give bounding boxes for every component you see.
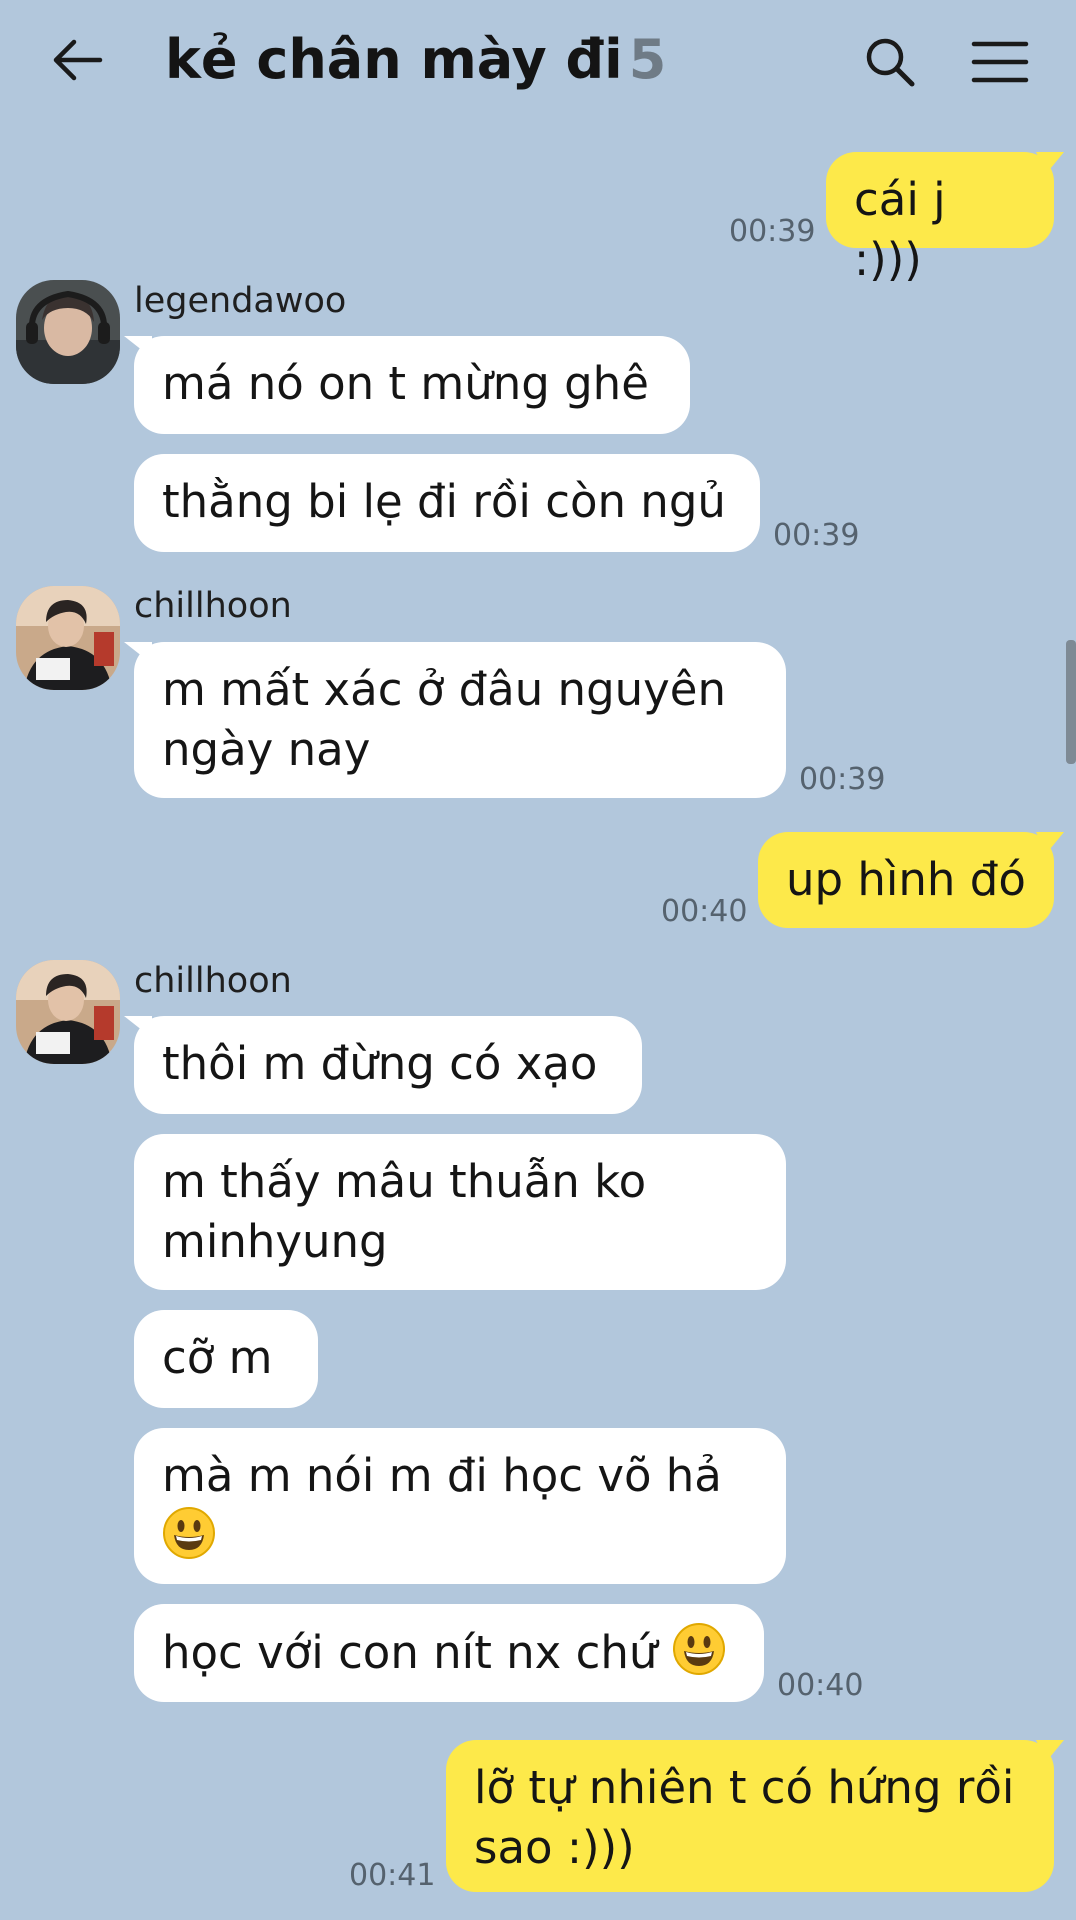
outgoing-message[interactable]: up hình đó bbox=[758, 832, 1054, 928]
bubble-tail bbox=[1036, 152, 1064, 174]
avatar-photo bbox=[16, 586, 120, 690]
avatar-photo bbox=[16, 280, 120, 384]
outgoing-message[interactable]: cái j :))) bbox=[826, 152, 1054, 286]
bubble-tail bbox=[1036, 832, 1064, 854]
message-text: học với con nít nx chứ bbox=[162, 1626, 658, 1679]
outgoing-message[interactable]: lỡ tự nhiên t có hứng rồi sao :))) bbox=[446, 1740, 1054, 1892]
incoming-message[interactable]: m thấy mâu thuẫn ko minhyung bbox=[134, 1134, 786, 1290]
chat-title-text: kẻ chân mày đi bbox=[165, 28, 623, 91]
chat-screen: kẻ chân mày đi 5 00:39 cái j :))) legenda… bbox=[0, 0, 1076, 1920]
scrollbar[interactable] bbox=[1066, 640, 1076, 764]
hamburger-menu-icon[interactable] bbox=[970, 38, 1030, 86]
grinning-face-emoji bbox=[163, 1507, 215, 1559]
message-time: 00:40 bbox=[777, 1668, 864, 1703]
incoming-message[interactable]: cỡ m bbox=[134, 1310, 318, 1408]
member-count: 5 bbox=[628, 28, 667, 91]
sender-name: legendawoo bbox=[134, 281, 347, 321]
arrow-left-icon[interactable] bbox=[48, 30, 108, 90]
search-icon[interactable] bbox=[862, 34, 918, 90]
message-time: 00:39 bbox=[729, 214, 816, 249]
incoming-message[interactable]: má nó on t mừng ghê bbox=[134, 336, 690, 434]
message-time: 00:41 bbox=[349, 1858, 436, 1893]
message-time: 00:40 bbox=[661, 894, 748, 929]
incoming-message[interactable]: thôi m đừng có xạo bbox=[134, 1016, 642, 1114]
incoming-message[interactable]: thằng bi lẹ đi rồi còn ngủ bbox=[134, 454, 760, 552]
avatar[interactable] bbox=[16, 960, 120, 1064]
chat-header: kẻ chân mày đi 5 bbox=[0, 0, 1076, 130]
incoming-message[interactable]: m mất xác ở đâu nguyên ngày nay bbox=[134, 642, 786, 798]
message-text: mà m nói m đi học võ hả bbox=[162, 1449, 722, 1502]
avatar[interactable] bbox=[16, 586, 120, 690]
incoming-message[interactable]: mà m nói m đi học võ hả bbox=[134, 1428, 786, 1584]
avatar-photo bbox=[16, 960, 120, 1064]
grinning-face-emoji bbox=[672, 1623, 725, 1675]
sender-name: chillhoon bbox=[134, 961, 292, 1001]
message-time: 00:39 bbox=[799, 762, 886, 797]
incoming-message[interactable]: học với con nít nx chứ bbox=[134, 1604, 764, 1702]
bubble-tail bbox=[1036, 1740, 1064, 1762]
chat-title: kẻ chân mày đi 5 bbox=[165, 28, 666, 91]
message-time: 00:39 bbox=[773, 518, 860, 553]
avatar[interactable] bbox=[16, 280, 120, 384]
sender-name: chillhoon bbox=[134, 586, 292, 626]
